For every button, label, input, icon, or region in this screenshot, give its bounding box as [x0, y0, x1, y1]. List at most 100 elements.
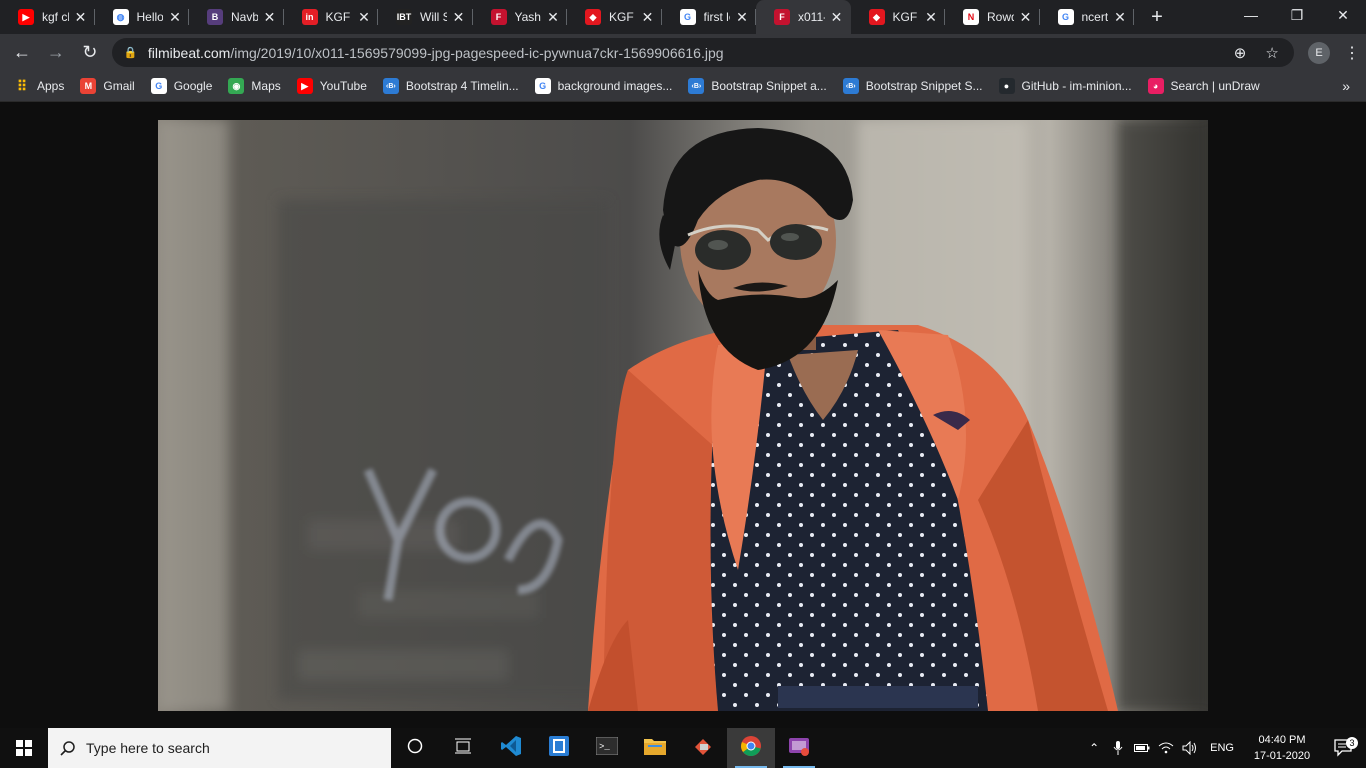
url-path: /img/2019/10/x011-1569579099-jpg-pagespe… — [230, 44, 724, 61]
screen-recorder-taskbar-button[interactable] — [775, 728, 823, 768]
tab-close-icon[interactable]: ✕ — [167, 9, 183, 25]
search-icon — [60, 741, 75, 756]
battery-icon[interactable] — [1130, 743, 1154, 753]
bookmark-item[interactable]: ▶ YouTube — [296, 78, 367, 94]
language-indicator[interactable]: ENG — [1210, 742, 1234, 754]
svg-text:>_: >_ — [599, 742, 610, 752]
bookmark-item[interactable]: ‹B› Bootstrap Snippet S... — [842, 78, 983, 94]
google-icon: G — [150, 78, 167, 94]
tab-close-icon[interactable]: ✕ — [829, 9, 845, 25]
tab-close-icon[interactable]: ✕ — [640, 9, 656, 25]
tab-title: KGF C — [609, 10, 636, 24]
tab[interactable]: F Yash C✕ — [473, 0, 568, 34]
tab-title: Yash C — [514, 10, 542, 24]
bookmark-label: Bootstrap Snippet a... — [711, 79, 827, 93]
apps-grid-icon: ⠿ — [16, 77, 28, 94]
taskbar-layout-taskbar-button[interactable] — [439, 728, 487, 768]
zoom-icon[interactable]: ⊕ — [1226, 44, 1254, 62]
new-tab-button[interactable]: + — [1140, 0, 1174, 34]
tab-strip: ▶kgf ch✕◍Hello✕BNavb✕inKGF C✕IBTWill S✕F… — [0, 0, 1366, 34]
bookmark-item[interactable]: ◉ Maps — [228, 78, 281, 94]
microphone-icon[interactable] — [1106, 741, 1130, 755]
tab-title: Navb — [231, 10, 258, 24]
tab[interactable]: B Navb ✕ — [189, 0, 284, 34]
vscode-taskbar-button[interactable] — [487, 728, 535, 768]
windows-icon — [16, 740, 32, 756]
youtube-icon: ▶ — [296, 78, 313, 94]
back-button[interactable]: ← — [6, 37, 38, 69]
restore-button[interactable]: ❐ — [1274, 0, 1320, 30]
bookmarks-overflow-button[interactable]: » — [1342, 78, 1350, 94]
tab[interactable]: Gfirst lc✕ — [662, 0, 757, 34]
bookmark-item[interactable]: M Gmail — [80, 78, 135, 94]
bookmark-star-icon[interactable]: ☆ — [1258, 44, 1286, 62]
bookmark-item[interactable]: ‹B› Bootstrap Snippet a... — [688, 78, 827, 94]
bookmark-item[interactable]: ⠿ Apps — [14, 77, 65, 94]
tab[interactable]: ◆ KGF C ✕ — [567, 0, 662, 34]
lock-icon[interactable]: 🔒 — [124, 46, 138, 59]
file-explorer-icon — [644, 737, 666, 760]
bookmark-label: Maps — [251, 79, 281, 93]
tab-close-icon[interactable]: ✕ — [262, 9, 278, 25]
bookmark-item[interactable]: Gbackground images... — [534, 78, 672, 94]
url-text[interactable]: filmibeat.com/img/2019/10/x011-156957909… — [148, 45, 1226, 61]
tab[interactable]: Gncert ✕ — [1040, 0, 1135, 34]
tab-close-icon[interactable]: ✕ — [356, 9, 372, 25]
wifi-icon[interactable] — [1154, 742, 1178, 754]
bookmark-label: YouTube — [319, 79, 367, 93]
tab[interactable]: N Rowd ✕ — [945, 0, 1040, 34]
tab-close-icon[interactable]: ✕ — [451, 9, 467, 25]
clock[interactable]: 04:40 PM 17-01-2020 — [1242, 732, 1322, 764]
minimize-button[interactable]: — — [1228, 0, 1274, 30]
indiatoday-icon: in — [301, 9, 318, 25]
bookmark-label: Apps — [37, 79, 65, 93]
tab[interactable]: ◆ KGF C✕ — [851, 0, 946, 34]
profile-avatar[interactable]: E — [1308, 41, 1331, 64]
tab[interactable]: ◍ Hello ✕ — [95, 0, 190, 34]
google-icon: G — [1057, 9, 1074, 25]
tab-close-icon[interactable]: ✕ — [1112, 9, 1128, 25]
browser-toolbar: ← → ↻ 🔒 filmibeat.com/img/2019/10/x011-1… — [0, 34, 1366, 71]
bookmark-item[interactable]: ● GitHub - im-minion... — [998, 78, 1132, 94]
news-icon: ◆ — [868, 9, 885, 25]
tab[interactable]: ▶ kgf ch ✕ — [0, 0, 95, 34]
reload-button[interactable]: ↻ — [74, 37, 106, 69]
close-window-button[interactable]: ✕ — [1320, 0, 1366, 30]
terminal-taskbar-button[interactable]: >_ — [583, 728, 631, 768]
forward-button[interactable]: → — [40, 37, 72, 69]
tab-close-icon[interactable]: ✕ — [73, 9, 89, 25]
sourcetree-icon — [548, 735, 570, 762]
tab-close-icon[interactable]: ✕ — [1018, 9, 1034, 25]
menu-icon[interactable]: ⋮ — [1338, 43, 1366, 63]
address-bar[interactable]: 🔒 filmibeat.com/img/2019/10/x011-1569579… — [111, 38, 1295, 67]
github-icon: ● — [998, 78, 1015, 94]
tab[interactable]: in KGF C✕ — [284, 0, 379, 34]
chrome-taskbar-button[interactable] — [727, 728, 775, 768]
tab-close-icon[interactable]: ✕ — [923, 9, 939, 25]
volume-icon[interactable] — [1178, 741, 1202, 755]
tab-close-icon[interactable]: ✕ — [545, 9, 561, 25]
action-center-button[interactable]: 3 — [1322, 737, 1366, 757]
tab-title: KGF C — [892, 10, 920, 24]
bookmark-item[interactable]: G Google — [150, 78, 212, 94]
tab-title: Hello — [136, 10, 164, 24]
bookmark-item[interactable]: ◕ Search | unDraw — [1147, 78, 1260, 94]
tab-close-icon[interactable]: ✕ — [734, 9, 750, 25]
news-icon: ◆ — [585, 9, 601, 25]
chrome-icon — [740, 735, 762, 762]
bookmark-label: Search | unDraw — [1170, 79, 1260, 93]
bootsnipp-icon: ‹B› — [382, 78, 399, 94]
tray-chevron-icon[interactable]: ⌃ — [1082, 741, 1106, 755]
task-view-taskbar-button[interactable] — [391, 728, 439, 768]
bookmark-item[interactable]: ‹B› Bootstrap 4 Timelin... — [382, 78, 519, 94]
tab-title: first lc — [703, 10, 731, 24]
tab[interactable]: IBT Will S ✕ — [378, 0, 473, 34]
git-gui-taskbar-button[interactable] — [679, 728, 727, 768]
taskbar-search-input[interactable]: Type here to search — [48, 728, 391, 768]
bootstrap-icon: B — [207, 9, 223, 25]
tab-active[interactable]: Fx011- ✕ — [756, 0, 851, 34]
sourcetree-taskbar-button[interactable] — [535, 728, 583, 768]
ibt-icon: IBT — [396, 9, 412, 25]
file-explorer-taskbar-button[interactable] — [631, 728, 679, 768]
start-button[interactable] — [0, 728, 48, 768]
